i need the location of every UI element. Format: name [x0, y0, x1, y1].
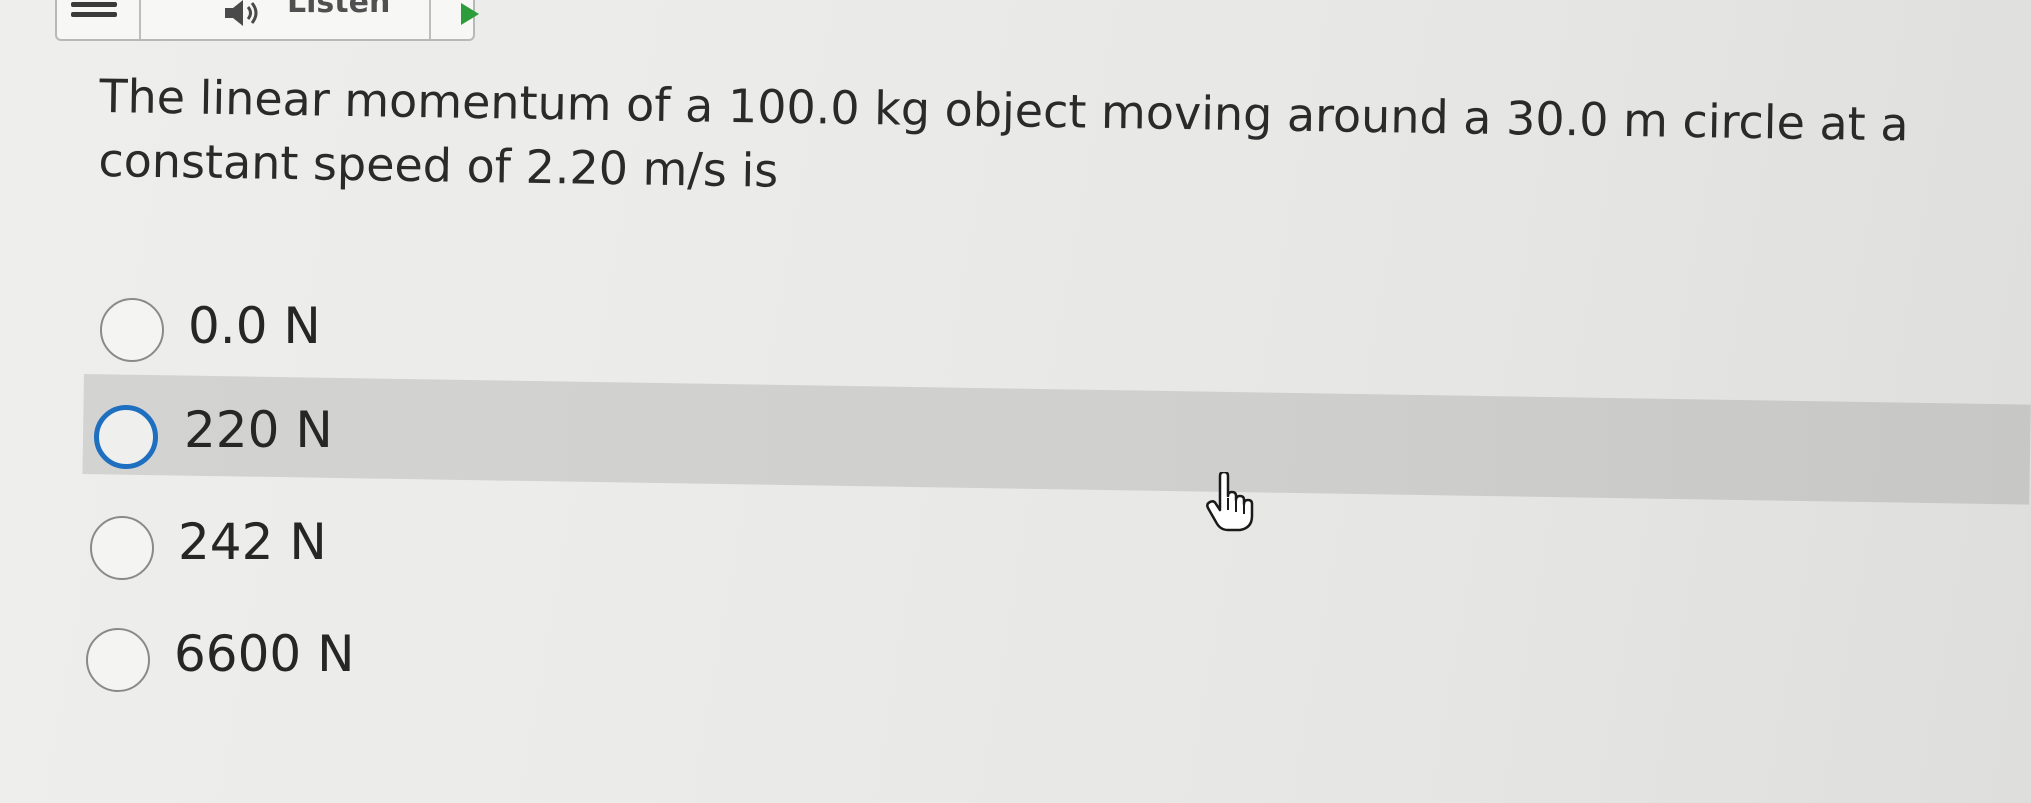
radio-button[interactable] [100, 298, 164, 362]
option-1-highlight-row[interactable] [82, 374, 2031, 505]
pointer-hand-icon [1206, 472, 1254, 532]
radio-button[interactable] [86, 628, 150, 692]
radio-button[interactable] [94, 405, 158, 469]
option-label: 220 N [184, 401, 333, 459]
answer-options: 0.0 N 220 N 242 N 6600 N [0, 0, 2031, 803]
radio-button[interactable] [90, 516, 154, 580]
option-label: 0.0 N [188, 297, 321, 355]
option-label: 6600 N [174, 625, 355, 683]
option-label: 242 N [178, 513, 327, 571]
